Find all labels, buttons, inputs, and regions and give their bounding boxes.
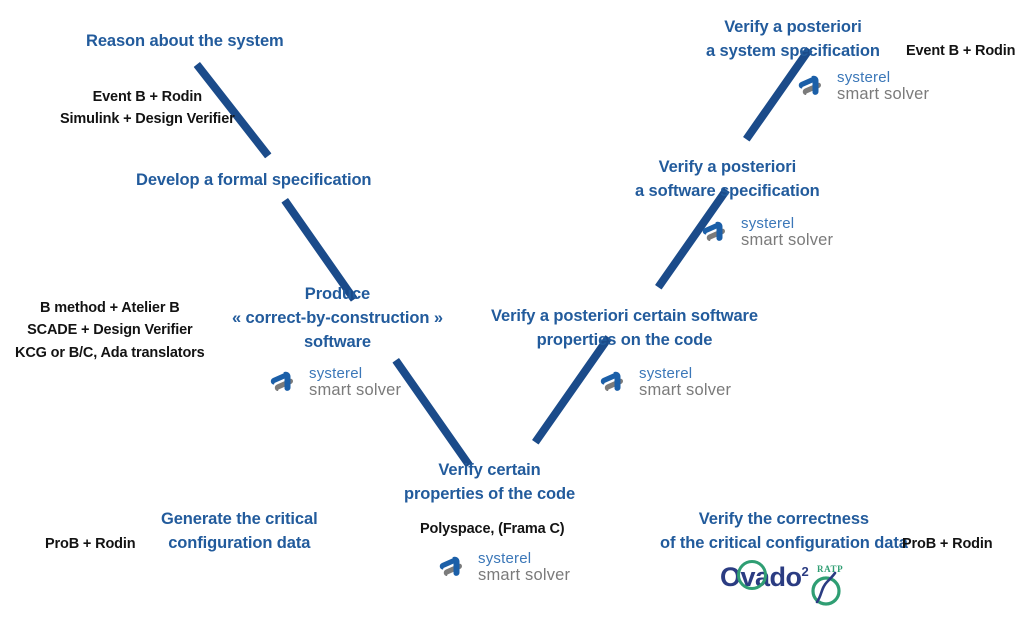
ovado-logo: Ovado2 RATP bbox=[720, 560, 843, 606]
node-line: of the critical configuration data bbox=[660, 533, 908, 552]
tools-label-polyspace: Polyspace, (Frama C) bbox=[420, 518, 565, 540]
tool-line: Event B + Rodin bbox=[92, 89, 202, 105]
systerel-word-top: systerel bbox=[639, 364, 693, 382]
node-line: Produce bbox=[304, 285, 371, 303]
systerel-mark-icon bbox=[439, 556, 462, 576]
node-line: « correct-by-construction » bbox=[232, 308, 443, 327]
systerel-word-bottom: smart solver bbox=[837, 84, 930, 103]
systerel-smart-solver-logo: systerel smart solver bbox=[437, 550, 570, 584]
node-line: a software specification bbox=[635, 181, 820, 200]
systerel-word-bottom: smart solver bbox=[478, 565, 571, 584]
ratp-logo-icon: RATP bbox=[811, 564, 843, 606]
systerel-word-bottom: smart solver bbox=[309, 380, 402, 399]
systerel-wordmark: systerel smart solver bbox=[478, 551, 570, 584]
tools-label-prob-rodin-right: ProB + Rodin bbox=[902, 533, 993, 555]
node-line: Reason about the system bbox=[86, 32, 284, 50]
systerel-word-bottom: smart solver bbox=[639, 380, 732, 399]
systerel-smart-solver-logo: systerel smart solver bbox=[268, 365, 401, 399]
systerel-word-top: systerel bbox=[478, 549, 532, 567]
tools-label-prob-rodin-left: ProB + Rodin bbox=[45, 533, 136, 555]
systerel-wordmark: systerel smart solver bbox=[309, 366, 401, 399]
connector-produce-to-verify-code bbox=[392, 358, 473, 468]
tool-line: SCADE + Design Verifier bbox=[27, 322, 193, 339]
ovado-green-ring-icon bbox=[737, 560, 767, 590]
systerel-mark-icon bbox=[798, 75, 821, 95]
systerel-smart-solver-logo: systerel smart solver bbox=[598, 365, 731, 399]
tool-line: ProB + Rodin bbox=[902, 536, 993, 552]
diagram-canvas: Reason about the system Develop a formal… bbox=[0, 0, 1024, 623]
tool-line: Polyspace, (Frama C) bbox=[420, 521, 565, 537]
tool-line: B method + Atelier B bbox=[40, 300, 180, 316]
node-verify-posteriori-system-specification: Verify a posteriori a system specificati… bbox=[706, 16, 880, 64]
tool-line: Simulink + Design Verifier bbox=[60, 111, 235, 128]
ovado-wordmark: Ovado2 bbox=[720, 560, 809, 591]
node-line: properties on the code bbox=[536, 330, 713, 349]
node-line: Verify certain bbox=[438, 461, 541, 479]
tools-label-mid-left: B method + Atelier B SCADE + Design Veri… bbox=[15, 297, 205, 364]
node-line: Verify a posteriori bbox=[658, 158, 797, 176]
node-line: configuration data bbox=[168, 533, 311, 552]
node-generate-critical-configuration-data: Generate the critical configuration data bbox=[161, 508, 318, 556]
tools-label-eventb-rodin-right: Event B + Rodin bbox=[906, 40, 1015, 62]
node-verify-correctness-of-configuration-data: Verify the correctness of the critical c… bbox=[660, 508, 908, 556]
systerel-word-bottom: smart solver bbox=[741, 230, 834, 249]
systerel-wordmark: systerel smart solver bbox=[837, 70, 929, 103]
systerel-word-top: systerel bbox=[837, 68, 891, 86]
node-line: Verify the correctness bbox=[698, 510, 870, 528]
systerel-mark-icon bbox=[270, 371, 293, 391]
node-line: Generate the critical bbox=[161, 510, 318, 528]
systerel-word-top: systerel bbox=[741, 214, 795, 232]
node-line: Verify a posteriori bbox=[724, 18, 862, 36]
systerel-smart-solver-logo: systerel smart solver bbox=[796, 69, 929, 103]
systerel-word-top: systerel bbox=[309, 364, 363, 382]
node-verify-posteriori-software-specification: Verify a posteriori a software specifica… bbox=[635, 156, 820, 204]
svg-text:RATP: RATP bbox=[817, 564, 843, 574]
systerel-smart-solver-logo: systerel smart solver bbox=[700, 215, 833, 249]
tool-line: ProB + Rodin bbox=[45, 536, 136, 552]
node-verify-certain-properties-of-code: Verify certain properties of the code bbox=[404, 459, 575, 507]
tool-line: KCG or B/C, Ada translators bbox=[15, 344, 205, 361]
node-line: Develop a formal specification bbox=[136, 171, 372, 189]
node-develop-formal-specification: Develop a formal specification bbox=[136, 169, 372, 193]
node-verify-posteriori-software-properties: Verify a posteriori certain software pro… bbox=[491, 305, 758, 353]
tool-line: Event B + Rodin bbox=[906, 43, 1016, 59]
node-line: a system specification bbox=[706, 41, 880, 60]
tools-label-top-left: Event B + Rodin Simulink + Design Verifi… bbox=[60, 86, 235, 131]
node-reason-about-the-system: Reason about the system bbox=[86, 30, 284, 54]
node-line: properties of the code bbox=[404, 484, 576, 503]
node-line: Verify a posteriori certain software bbox=[491, 307, 758, 325]
systerel-wordmark: systerel smart solver bbox=[639, 366, 731, 399]
node-line: software bbox=[303, 332, 371, 351]
node-produce-correct-by-construction: Produce « correct-by-construction » soft… bbox=[232, 283, 443, 355]
systerel-wordmark: systerel smart solver bbox=[741, 216, 833, 249]
systerel-mark-icon bbox=[600, 371, 623, 391]
systerel-mark-icon bbox=[702, 221, 725, 241]
